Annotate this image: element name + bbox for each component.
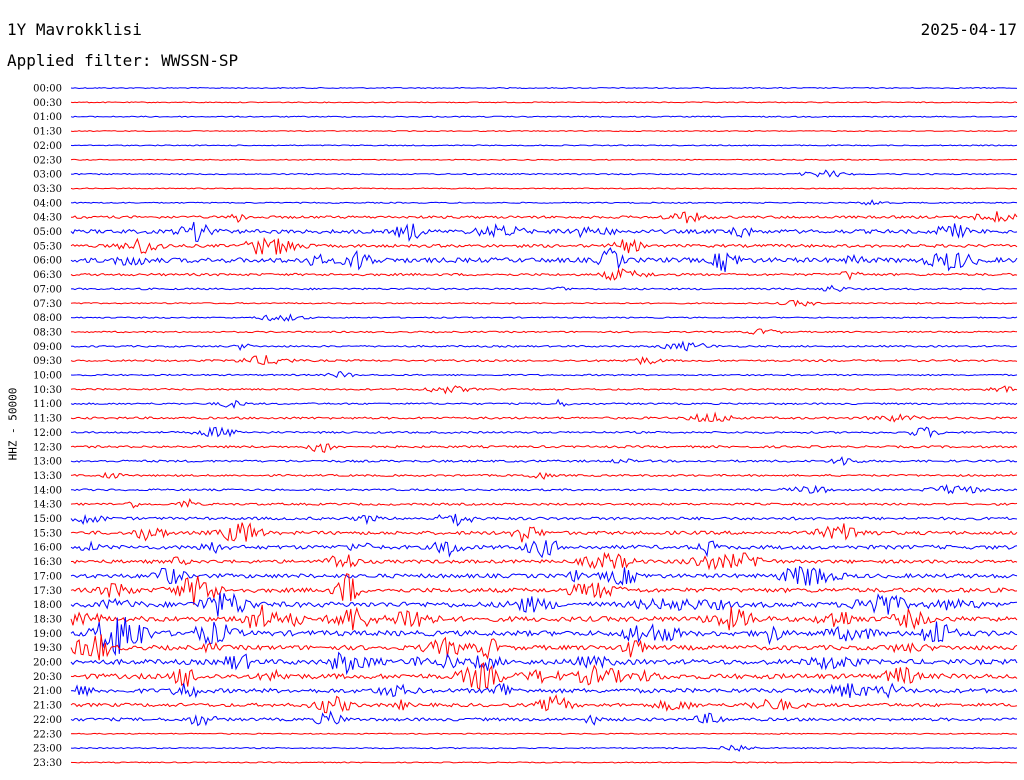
time-tick-label: 21:30 [33, 701, 62, 712]
trace-line [70, 682, 1018, 699]
time-tick-label: 11:00 [33, 399, 62, 410]
trace-line [70, 522, 1018, 543]
trace-line [70, 565, 1018, 586]
time-tick-label: 00:30 [33, 98, 62, 109]
trace-line [70, 221, 1018, 243]
trace-line [70, 592, 1018, 617]
trace-line [70, 115, 1018, 118]
time-tick-label: 23:00 [33, 744, 62, 755]
time-tick-label: 10:30 [33, 385, 62, 396]
trace-line [70, 411, 1018, 423]
time-tick-label: 03:00 [33, 170, 62, 181]
time-tick-label: 21:00 [33, 686, 62, 697]
time-tick-label: 10:00 [33, 371, 62, 382]
time-tick-label: 20:30 [33, 672, 62, 683]
trace-line [70, 328, 1018, 335]
trace-line [70, 497, 1018, 509]
time-tick-label: 01:30 [33, 127, 62, 138]
trace-line [70, 651, 1018, 676]
time-tick-label: 12:30 [33, 442, 62, 453]
trace-line [70, 426, 1018, 439]
time-tick-label: 02:00 [33, 141, 62, 152]
trace-line [70, 130, 1018, 133]
trace-line [70, 101, 1018, 104]
trace-line [70, 634, 1018, 661]
trace-line [70, 236, 1018, 255]
trace-line [70, 662, 1018, 690]
trace-line [70, 267, 1018, 281]
trace-line [70, 385, 1018, 395]
time-tick-label: 17:30 [33, 586, 62, 597]
time-tick-label: 05:00 [33, 227, 62, 238]
time-tick-label: 03:30 [33, 184, 62, 195]
trace-line [70, 313, 1018, 322]
time-tick-label: 13:00 [33, 457, 62, 468]
trace-line [70, 340, 1018, 352]
trace-line [70, 158, 1018, 161]
trace-line [70, 299, 1018, 308]
time-tick-label: 04:00 [33, 198, 62, 209]
time-tick-label: 22:00 [33, 715, 62, 726]
time-tick-label: 14:00 [33, 485, 62, 496]
trace-line [70, 744, 1018, 752]
trace-line [70, 284, 1018, 293]
time-tick-label: 19:00 [33, 629, 62, 640]
time-tick-label: 15:00 [33, 514, 62, 525]
time-tick-label: 09:00 [33, 342, 62, 353]
time-tick-label: 12:00 [33, 428, 62, 439]
time-tick-label: 01:00 [33, 112, 62, 123]
trace-line [70, 732, 1018, 735]
time-tick-label: 18:30 [33, 614, 62, 625]
trace-line [70, 169, 1018, 178]
trace-line [70, 443, 1018, 453]
time-tick-label: 02:30 [33, 155, 62, 166]
time-tick-label: 23:30 [33, 758, 62, 769]
time-tick-label: 16:30 [33, 557, 62, 568]
trace-line [70, 355, 1018, 366]
time-tick-label: 08:30 [33, 327, 62, 338]
time-tick-label: 17:00 [33, 571, 62, 582]
trace-line [70, 144, 1018, 147]
time-tick-label: 04:30 [33, 213, 62, 224]
time-tick-label: 06:30 [33, 270, 62, 281]
trace-line [70, 540, 1018, 559]
time-tick-label: 05:30 [33, 241, 62, 252]
trace-line [70, 513, 1018, 527]
trace-line [70, 187, 1017, 190]
trace-line [70, 761, 1018, 764]
time-tick-label: 00:00 [33, 84, 62, 95]
time-tick-label: 20:00 [33, 658, 62, 669]
trace-line [70, 710, 1018, 727]
time-tick-label: 07:00 [33, 284, 62, 295]
time-tick-label: 14:30 [33, 500, 62, 511]
time-tick-label: 11:30 [33, 414, 62, 425]
time-tick-label: 16:00 [33, 543, 62, 554]
trace-line [70, 483, 1018, 495]
trace-line [70, 456, 1018, 466]
time-tick-label: 19:30 [33, 643, 62, 654]
time-tick-label: 09:30 [33, 356, 62, 367]
trace-line [71, 211, 1018, 224]
time-tick-label: 06:00 [33, 256, 62, 267]
trace-line [70, 371, 1018, 379]
time-tick-label: 18:00 [33, 600, 62, 611]
trace-line [70, 86, 1018, 90]
time-tick-label: 08:00 [33, 313, 62, 324]
time-tick-label: 22:30 [33, 729, 62, 740]
trace-line [70, 398, 1018, 409]
trace-line [70, 247, 1018, 273]
time-tick-label: 15:30 [33, 528, 62, 539]
trace-line [70, 694, 1018, 714]
trace-line [70, 199, 1018, 206]
time-tick-label: 07:30 [33, 299, 62, 310]
time-tick-label: 13:30 [33, 471, 62, 482]
trace-line [70, 471, 1018, 480]
trace-line [70, 551, 1018, 571]
helicorder-plot: 00:00 00:30 01:00 01:30 02:00 02:30 03:00 03:30… [33, 84, 1018, 769]
